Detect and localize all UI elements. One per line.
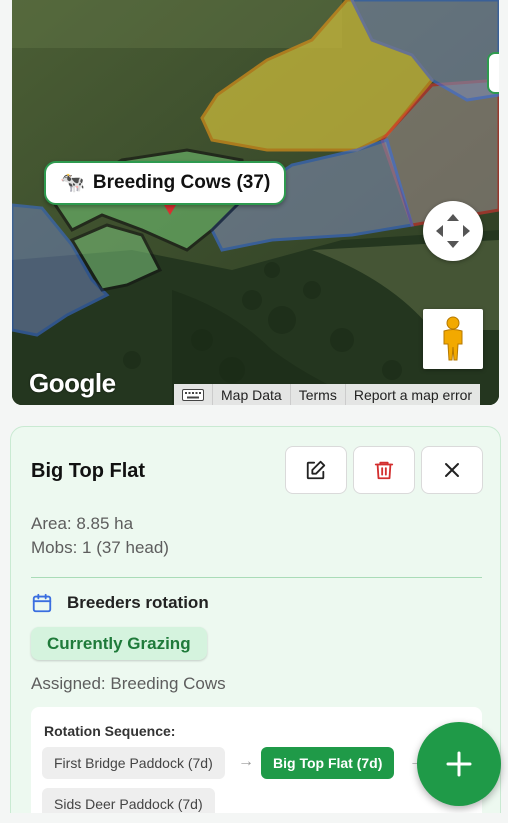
app-page: 🐄 Breeding Cows (37) Google Map Data Ter… bbox=[0, 0, 508, 823]
sequence-item-current[interactable]: Big Top Flat (7d) bbox=[261, 747, 395, 779]
google-logo: Google bbox=[29, 368, 116, 398]
assigned-mob-text: Assigned: Breeding Cows bbox=[31, 674, 226, 693]
rotation-sequence-box: Rotation Sequence: First Bridge Paddock … bbox=[31, 707, 482, 823]
map-pan-control-button[interactable] bbox=[423, 201, 483, 261]
mob-label-text: Breeding Cows (37) bbox=[92, 172, 271, 193]
cow-icon: 🐄 bbox=[60, 172, 85, 194]
report-map-error-link[interactable]: Report a map error bbox=[346, 384, 480, 405]
arrow-right-icon: → bbox=[238, 753, 254, 770]
keyboard-shortcuts-button[interactable] bbox=[174, 384, 213, 405]
offscreen-label-edge[interactable] bbox=[487, 52, 499, 94]
edit-icon bbox=[306, 460, 326, 480]
area-text: Area: 8.85 ha bbox=[31, 514, 134, 533]
mobs-text: Mobs: 1 (37 head) bbox=[31, 538, 169, 557]
calendar-icon bbox=[32, 593, 52, 613]
delete-button[interactable] bbox=[353, 446, 415, 494]
divider bbox=[31, 577, 482, 578]
street-view-pegman-button[interactable] bbox=[423, 309, 483, 369]
edit-button[interactable] bbox=[285, 446, 347, 494]
sequence-item[interactable]: First Bridge Paddock (7d) bbox=[42, 747, 225, 779]
pegman-icon bbox=[443, 316, 463, 361]
bottom-edge bbox=[0, 813, 508, 823]
map-attribution-bar: Map Data Terms Report a map error bbox=[174, 384, 481, 405]
plus-icon bbox=[446, 751, 472, 777]
paddock-map[interactable]: 🐄 Breeding Cows (37) Google Map Data Ter… bbox=[12, 0, 499, 405]
keyboard-icon bbox=[182, 388, 204, 401]
status-badge: Currently Grazing bbox=[31, 627, 207, 660]
map-data-link[interactable]: Map Data bbox=[213, 384, 291, 405]
paddock-title: Big Top Flat bbox=[31, 460, 146, 482]
move-arrows-icon bbox=[436, 214, 470, 248]
mob-map-label[interactable]: 🐄 Breeding Cows (37) bbox=[44, 161, 287, 205]
rotation-row: Breeders rotation bbox=[31, 592, 209, 614]
rotation-sequence-title: Rotation Sequence: bbox=[44, 723, 176, 739]
close-icon bbox=[445, 463, 459, 477]
terms-link[interactable]: Terms bbox=[291, 384, 346, 405]
trash-icon bbox=[374, 461, 394, 480]
close-button[interactable] bbox=[421, 446, 483, 494]
rotation-name: Breeders rotation bbox=[67, 593, 209, 612]
add-button[interactable] bbox=[417, 722, 501, 806]
